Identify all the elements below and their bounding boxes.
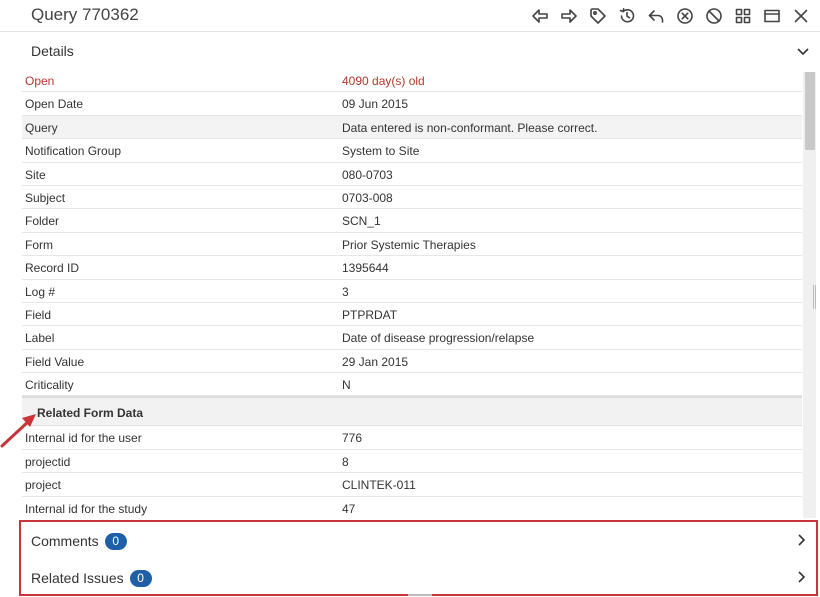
comments-row[interactable]: Comments 0 <box>21 522 816 559</box>
related-form-data-heading: Related Form Data <box>37 406 144 421</box>
dialog-titlebar: Query 770362 <box>0 0 820 32</box>
status-value: 4090 day(s) old <box>342 74 425 88</box>
detail-label: Folder <box>25 214 60 229</box>
tag-icon <box>590 8 606 24</box>
close-icon <box>794 9 808 23</box>
detail-label: Form <box>25 237 53 252</box>
detail-value: 3 <box>342 284 349 299</box>
detail-row-log-number: Log # 3 <box>22 280 802 303</box>
related-row-projectid: projectid 8 <box>22 450 802 474</box>
related-row-user-id: Internal id for the user 776 <box>22 426 802 450</box>
previous-button[interactable] <box>529 5 551 27</box>
toolbar <box>529 5 812 27</box>
chevron-right-icon[interactable] <box>794 533 808 547</box>
detail-label: Query <box>25 120 58 135</box>
detail-label: Open Date <box>25 97 84 112</box>
detail-label: Field <box>25 307 52 322</box>
reply-button[interactable] <box>645 5 667 27</box>
comments-label-text: Comments <box>31 533 99 549</box>
chevron-right-icon[interactable] <box>794 570 808 584</box>
resize-handle[interactable] <box>813 285 816 309</box>
detail-label: projectid <box>25 454 71 469</box>
comments-label: Comments 0 <box>31 533 127 550</box>
detail-label: Log # <box>25 284 56 299</box>
detail-row-record-id: Record ID 1395644 <box>22 256 802 280</box>
detail-label: Notification Group <box>25 144 122 159</box>
annotation-arrow-icon <box>0 414 36 448</box>
detail-row-query: Query Data entered is non-conformant. Pl… <box>22 115 802 140</box>
status-row: Open 4090 day(s) old <box>22 69 802 93</box>
bottom-panel: Comments 0 Related Issues 0 <box>19 520 818 596</box>
close-button[interactable] <box>790 5 812 27</box>
history-button[interactable] <box>616 5 638 27</box>
detail-label: Site <box>25 167 46 182</box>
detail-label: Internal id for the study <box>25 501 148 516</box>
related-row-project: project CLINTEK-011 <box>22 473 802 497</box>
detail-value: 47 <box>342 501 356 516</box>
related-issues-count-badge: 0 <box>129 570 152 587</box>
detail-value: 0703-008 <box>342 190 393 205</box>
detail-label: Subject <box>25 190 66 205</box>
detail-value: 080-0703 <box>342 167 393 182</box>
detail-label: Internal id for the user <box>25 431 142 446</box>
detail-label: Record ID <box>25 261 80 276</box>
cancel-query-button[interactable] <box>674 5 696 27</box>
detail-value: 1395644 <box>342 261 389 276</box>
next-button[interactable] <box>558 5 580 27</box>
history-icon <box>619 8 635 23</box>
detail-value: Date of disease progression/relapse <box>342 331 535 346</box>
detail-label: Field Value <box>25 354 85 369</box>
detail-row-folder: Folder SCN_1 <box>22 209 802 233</box>
details-heading: Details <box>31 43 74 59</box>
related-row-study-id: Internal id for the study 47 <box>22 497 802 519</box>
comments-count-badge: 0 <box>104 533 127 550</box>
detail-row-form: Form Prior Systemic Therapies <box>22 233 802 257</box>
detail-row-field-value: Field Value 29 Jan 2015 <box>22 350 802 374</box>
details-section-header[interactable]: Details <box>22 33 820 69</box>
detail-label: Label <box>25 331 55 346</box>
layout-button[interactable] <box>732 5 754 27</box>
detail-value: System to Site <box>342 144 420 159</box>
prohibit-icon <box>706 8 722 24</box>
arrow-left-icon <box>532 9 548 23</box>
detail-row-subject: Subject 0703-008 <box>22 186 802 210</box>
close-query-button[interactable] <box>703 5 725 27</box>
detail-row-label: Label Date of disease progression/relaps… <box>22 326 802 350</box>
panel-drag-handle[interactable] <box>408 594 432 596</box>
detail-value: SCN_1 <box>342 214 381 229</box>
related-issues-label: Related Issues 0 <box>31 570 152 587</box>
detail-label: project <box>25 478 62 493</box>
maximize-button[interactable] <box>761 5 783 27</box>
window-icon <box>764 9 780 23</box>
detail-value: 09 Jun 2015 <box>342 97 409 112</box>
detail-value: CLINTEK-011 <box>342 478 416 493</box>
dashboard-icon <box>735 8 751 24</box>
detail-value: Prior Systemic Therapies <box>342 237 476 252</box>
status-label: Open <box>25 74 55 88</box>
chevron-down-icon[interactable] <box>794 42 812 60</box>
circle-x-icon <box>677 8 693 24</box>
related-issues-row[interactable]: Related Issues 0 <box>21 559 816 596</box>
detail-row-criticality: Criticality N <box>22 373 802 397</box>
scrollbar-thumb[interactable] <box>805 72 815 150</box>
detail-value: Data entered is non-conformant. Please c… <box>342 120 598 135</box>
arrow-right-icon <box>561 9 577 23</box>
related-issues-label-text: Related Issues <box>31 570 124 586</box>
detail-row-site: Site 080-0703 <box>22 163 802 186</box>
related-form-data-header: Related Form Data <box>22 396 802 427</box>
tag-button[interactable] <box>587 5 609 27</box>
detail-row-open-date: Open Date 09 Jun 2015 <box>22 92 802 116</box>
detail-row-field: Field PTPRDAT <box>22 303 802 327</box>
details-table: Open 4090 day(s) old Open Date 09 Jun 20… <box>22 69 802 519</box>
detail-label: Criticality <box>25 378 74 393</box>
dialog-title: Query 770362 <box>31 5 139 24</box>
reply-icon <box>648 10 664 23</box>
detail-value: 29 Jan 2015 <box>342 354 409 369</box>
detail-value: PTPRDAT <box>342 307 398 322</box>
detail-row-notification-group: Notification Group System to Site <box>22 139 802 163</box>
detail-value: N <box>342 378 351 393</box>
detail-value: 8 <box>342 454 349 469</box>
detail-value: 776 <box>342 431 363 446</box>
